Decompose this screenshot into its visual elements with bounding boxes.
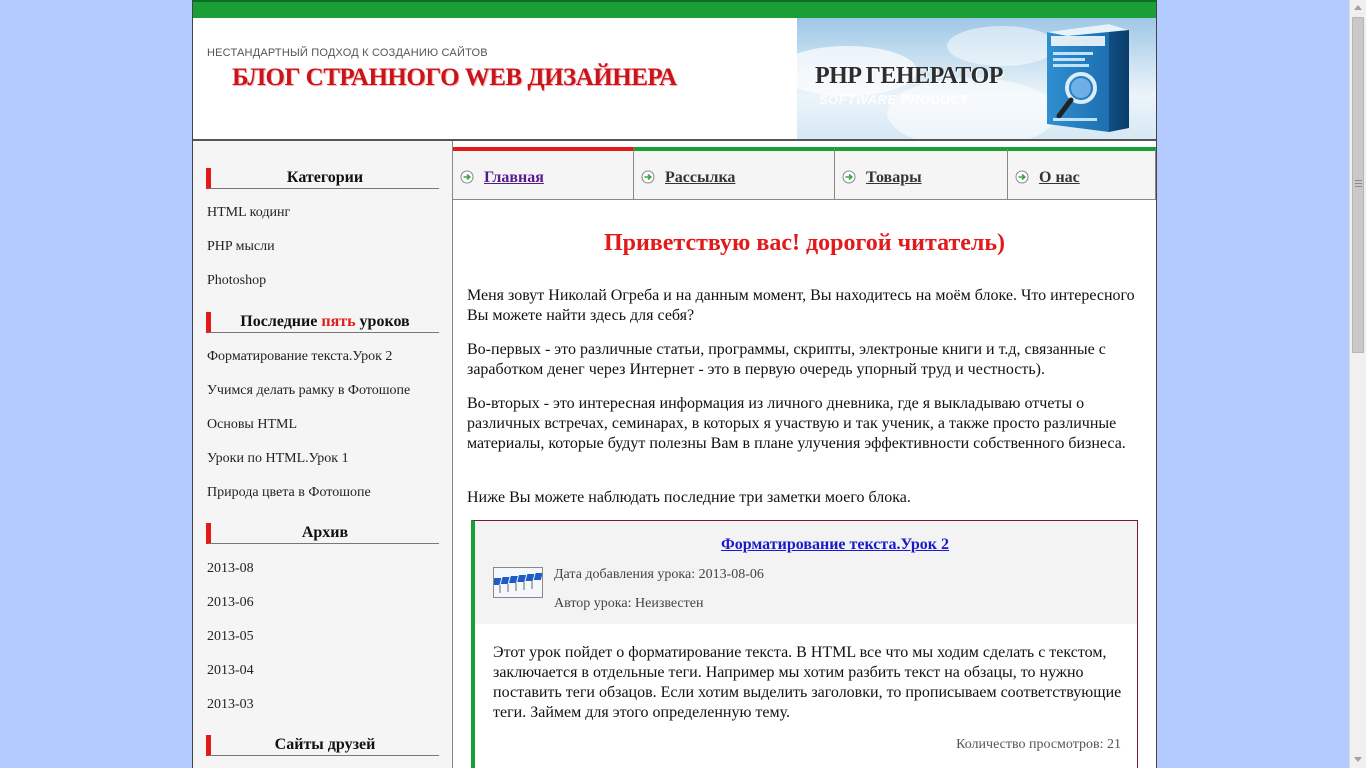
lesson-title-link[interactable]: Форматирование текста.Урок 2	[475, 536, 1156, 554]
intro-paragraph: Во-вторых - это интересная информация из…	[467, 395, 1126, 452]
arrow-right-circle-icon	[1015, 170, 1029, 184]
php-generator-banner[interactable]: PHP ГЕНЕРАТОР SOFTWARE PRODUCT	[797, 18, 1156, 139]
scroll-up-arrow-icon[interactable]	[1354, 5, 1362, 10]
site-header: НЕСТАНДАРТНЫЙ ПОДХОД К СОЗДАНИЮ САЙТОВ Б…	[193, 0, 1156, 141]
archive-link[interactable]: 2013-08	[207, 561, 254, 577]
arrow-right-circle-icon	[842, 170, 856, 184]
recent-lesson-link[interactable]: Учимся делать рамку в Фотошопе	[207, 383, 410, 399]
recent-heading-prefix: Последние	[240, 313, 322, 330]
banner-subtitle: SOFTWARE PRODUCT	[819, 92, 969, 107]
arrow-right-circle-icon	[641, 170, 655, 184]
lesson-author: Автор урока: Неизвестен	[554, 596, 704, 611]
category-link-html[interactable]: HTML кодинг	[207, 205, 290, 221]
header-top-bar	[193, 0, 1156, 18]
recent-lesson-link[interactable]: Уроки по HTML.Урок 1	[207, 451, 349, 467]
recent-lessons-heading: Последние пять уроков	[206, 312, 439, 333]
lesson-thumbnail[interactable]	[493, 567, 543, 598]
friend-sites-heading: Сайты друзей	[206, 735, 439, 756]
grip-icon	[1355, 180, 1362, 187]
lesson-excerpt: Этот урок пойдет о форматирование текста…	[493, 644, 1122, 721]
tab-about[interactable]: О нас	[1008, 147, 1156, 199]
archive-link[interactable]: 2013-03	[207, 697, 254, 713]
tab-label: Рассылка	[665, 169, 736, 186]
page-scrollbar[interactable]	[1349, 0, 1366, 768]
intro-paragraph: Ниже Вы можете наблюдать последние три з…	[467, 489, 911, 506]
software-box-icon	[1047, 24, 1129, 132]
tab-products[interactable]: Товары	[835, 147, 1008, 199]
lesson-date: Дата добавления урока: 2013-08-06	[554, 567, 764, 582]
category-link-photoshop[interactable]: Photoshop	[207, 273, 266, 289]
lesson-view-count: Количество просмотров: 21	[956, 737, 1121, 752]
lesson-thumbnail-image	[494, 568, 542, 597]
site-tagline: НЕСТАНДАРТНЫЙ ПОДХОД К СОЗДАНИЮ САЙТОВ	[207, 47, 488, 59]
recent-lesson-link[interactable]: Форматирование текста.Урок 2	[207, 349, 392, 365]
page: НЕСТАНДАРТНЫЙ ПОДХОД К СОЗДАНИЮ САЙТОВ Б…	[192, 0, 1157, 768]
archive-link[interactable]: 2013-05	[207, 629, 254, 645]
arrow-right-circle-icon	[460, 170, 474, 184]
cloud-decoration	[947, 26, 1057, 66]
scroll-down-arrow-icon[interactable]	[1354, 757, 1362, 762]
intro-paragraph: Меня зовут Николай Огреба и на данным мо…	[467, 287, 1135, 324]
tab-newsletter[interactable]: Рассылка	[634, 147, 835, 199]
lesson-card: Форматирование текста.Урок 2 Дата добавл…	[471, 520, 1138, 768]
archive-link[interactable]: 2013-06	[207, 595, 254, 611]
recent-heading-highlight: пять	[321, 313, 356, 330]
categories-heading: Категории	[206, 168, 439, 189]
tab-label: Товары	[866, 169, 922, 186]
blog-title[interactable]: БЛОГ СТРАННОГО WEB ДИЗАЙНЕРА	[232, 64, 677, 92]
tab-label: О нас	[1039, 169, 1080, 186]
archive-heading: Архив	[206, 523, 439, 544]
tab-home[interactable]: Главная	[453, 147, 634, 199]
recent-lesson-link[interactable]: Основы HTML	[207, 417, 297, 433]
sidebar: Категории HTML кодинг PHP мысли Photosho…	[193, 141, 453, 768]
recent-lesson-link[interactable]: Природа цвета в Фотошопе	[207, 485, 371, 501]
category-link-php[interactable]: PHP мысли	[207, 239, 275, 255]
main-content: Приветствую вас! дорогой читатель) Меня …	[453, 200, 1156, 768]
main-nav: Главная Рассылка Товары О нас	[453, 147, 1156, 200]
banner-title: PHP ГЕНЕРАТОР	[815, 63, 1003, 89]
scrollbar-thumb[interactable]	[1352, 17, 1364, 353]
recent-heading-suffix: уроков	[355, 313, 410, 330]
archive-link[interactable]: 2013-04	[207, 663, 254, 679]
welcome-heading: Приветствую вас! дорогой читатель)	[603, 230, 1006, 256]
intro-paragraph: Во-первых - это различные статьи, програ…	[467, 341, 1106, 378]
tab-label: Главная	[484, 169, 544, 186]
